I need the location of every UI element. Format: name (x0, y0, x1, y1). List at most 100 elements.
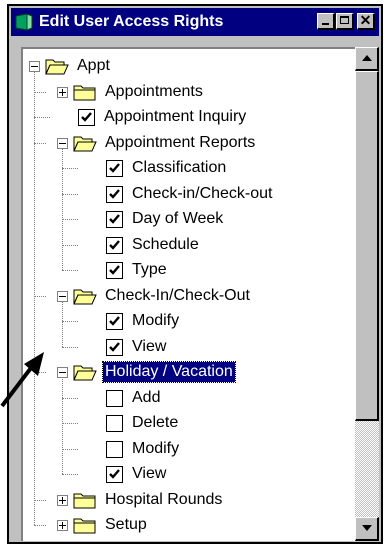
tree-checkbox-node[interactable]: View (23, 461, 353, 487)
access-rights-tree[interactable]: Appt Appointments Appointment Inquiry Appoi… (21, 47, 358, 541)
tree-checkbox-node[interactable]: Add (23, 385, 353, 411)
title-bar[interactable]: Edit User Access Rights ✕ (11, 8, 379, 36)
tree-node-label: Modify (132, 312, 180, 329)
collapse-icon[interactable] (57, 367, 68, 378)
checkbox-checked[interactable] (106, 236, 123, 254)
checkmark-icon (109, 163, 120, 173)
open-folder-icon (73, 136, 97, 151)
scroll-down-button[interactable] (355, 517, 379, 541)
checkbox-unchecked[interactable] (106, 440, 123, 458)
checkbox-checked[interactable] (106, 185, 123, 203)
tree-guide-line (34, 499, 46, 501)
checkbox-unchecked[interactable] (106, 415, 123, 432)
tree-guide-line (62, 168, 78, 169)
checkbox-checked[interactable] (106, 262, 123, 279)
tree-guide-line (62, 244, 78, 246)
tree-checkbox-node[interactable]: Appointment Inquiry (23, 104, 353, 130)
tree-folder-node[interactable]: Holiday / Vacation (23, 359, 353, 385)
tree-checkbox-node[interactable]: Classification (23, 155, 353, 181)
open-folder-icon (45, 59, 69, 75)
tree-guide-line (34, 525, 46, 526)
collapse-icon[interactable] (29, 61, 40, 72)
pointer-arrow-icon (0, 352, 44, 408)
tree-folder-node[interactable]: Setup (23, 512, 353, 538)
checkmark-icon (109, 341, 120, 352)
tree-node-label: Modify (132, 439, 180, 457)
tree-node-label: Holiday / Vacation (102, 361, 236, 383)
tree-guide-line (62, 270, 78, 271)
tree-node-label: Check-In/Check-Out (105, 286, 250, 304)
folder-icon (73, 85, 96, 100)
tree-folder-node[interactable]: Hospital Rounds (23, 487, 353, 513)
tree-node-label: View (132, 465, 167, 482)
close-button[interactable]: ✕ (357, 13, 375, 30)
minimize-button[interactable] (317, 13, 335, 30)
tree-guide-line (62, 219, 78, 220)
checkbox-checked[interactable] (106, 313, 123, 330)
checkbox-checked[interactable] (106, 160, 123, 177)
tree-checkbox-node[interactable]: Schedule (23, 232, 353, 258)
tree-checkbox-node[interactable]: Check-in/Check-out (23, 181, 353, 207)
checkmark-icon (109, 239, 120, 250)
tree-guide-line (62, 193, 78, 195)
tree-guide-line (34, 117, 50, 118)
tree-node-label: Appt (77, 57, 110, 74)
checkmark-icon (109, 316, 120, 326)
tree-node-label: Schedule (132, 235, 199, 253)
tree-folder-node[interactable]: Appointments (23, 79, 353, 105)
expand-icon[interactable] (57, 86, 68, 98)
scroll-up-button[interactable] (355, 47, 379, 71)
open-folder-icon (73, 365, 97, 381)
arrow-up-icon (362, 55, 372, 61)
checkbox-checked[interactable] (78, 109, 95, 126)
collapse-icon[interactable] (57, 290, 68, 302)
expand-icon[interactable] (57, 494, 68, 506)
tree-checkbox-node[interactable]: Modify (23, 308, 353, 334)
collapse-icon[interactable] (57, 137, 68, 149)
tree-node-label: View (132, 337, 167, 355)
minimize-icon (322, 23, 329, 25)
tree-folder-node[interactable]: Appt (23, 53, 353, 79)
tree-node-label: Classification (132, 159, 227, 176)
tree-node-label: Day of Week (132, 210, 224, 227)
maximize-icon (340, 16, 349, 24)
close-icon: ✕ (359, 12, 372, 28)
tree-node-label: Check-in/Check-out (132, 184, 273, 202)
tree-node-label: Add (132, 388, 161, 406)
app-icon (15, 13, 33, 31)
window-title: Edit User Access Rights (39, 13, 224, 30)
checkmark-icon (81, 112, 92, 122)
checkmark-icon (109, 469, 120, 479)
tree-checkbox-node[interactable]: Modify (23, 436, 353, 462)
tree-checkbox-node[interactable]: Day of Week (23, 206, 353, 232)
tree-node-label: Delete (132, 414, 179, 431)
tree-checkbox-node[interactable]: Delete (23, 410, 353, 436)
tree-checkbox-node[interactable]: Type (23, 257, 353, 283)
checkbox-checked[interactable] (106, 211, 123, 228)
checkbox-checked[interactable] (106, 466, 123, 483)
tree-node-label: Hospital Rounds (105, 490, 223, 508)
tree-node-label: Appointments (105, 82, 203, 100)
tree-checkbox-node[interactable]: View (23, 334, 353, 360)
checkmark-icon (109, 188, 120, 199)
edit-user-access-rights-window: Edit User Access Rights ✕ Appt Appointmen… (7, 4, 383, 544)
expand-icon[interactable] (57, 520, 68, 531)
tree-guide-line (62, 321, 78, 322)
checkbox-unchecked[interactable] (106, 389, 123, 407)
scroll-thumb[interactable] (355, 71, 379, 421)
tree-node-label: Setup (105, 516, 147, 533)
tree-node-label: Appointment Reports (105, 133, 256, 151)
maximize-button[interactable] (336, 13, 354, 30)
checkmark-icon (109, 265, 120, 275)
folder-icon (73, 493, 96, 508)
folder-icon (73, 518, 96, 534)
tree-guide-line (62, 346, 78, 348)
open-folder-icon (73, 289, 97, 304)
arrow-down-icon (362, 525, 372, 531)
tree-guide-line (34, 295, 46, 297)
vertical-scrollbar[interactable] (355, 47, 379, 541)
tree-folder-node[interactable]: Check-In/Check-Out (23, 283, 353, 309)
tree-folder-node[interactable]: Appointment Reports (23, 130, 353, 156)
tree-guide-line (34, 91, 46, 93)
checkbox-checked[interactable] (106, 338, 123, 356)
